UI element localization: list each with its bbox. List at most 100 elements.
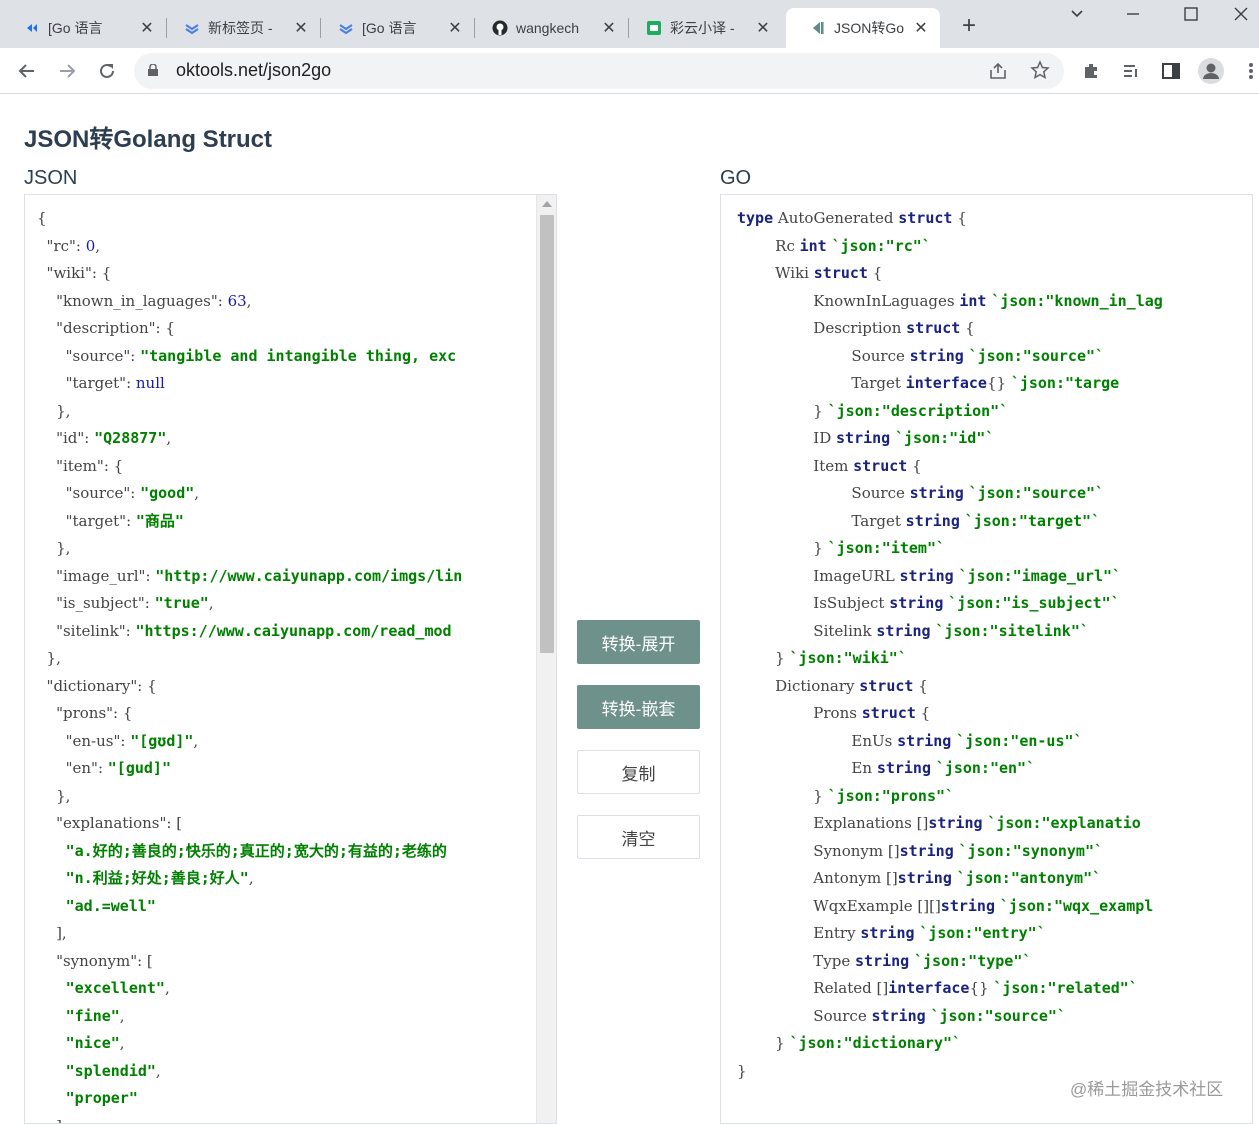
go-code-line: ID string `json:"id"` bbox=[737, 425, 1163, 453]
new-tab-button[interactable]: + bbox=[955, 12, 983, 40]
convert-nested-button[interactable]: 转换-嵌套 bbox=[577, 685, 700, 729]
go-code-line: Entry string `json:"entry"` bbox=[737, 920, 1163, 948]
code-token: "[gʊd]" bbox=[130, 731, 194, 750]
code-token: `json:"source"` bbox=[968, 346, 1105, 365]
address-bar[interactable]: oktools.net/json2go bbox=[134, 53, 1064, 89]
back-arrow-icon[interactable] bbox=[14, 58, 40, 84]
code-token: } bbox=[737, 539, 828, 557]
page-title: JSON转Golang Struct bbox=[24, 126, 273, 153]
code-token: } bbox=[737, 1061, 747, 1080]
profile-avatar-icon[interactable] bbox=[1198, 58, 1224, 84]
close-icon[interactable]: ✕ bbox=[138, 18, 156, 38]
browser-toolbar: oktools.net/json2go bbox=[0, 48, 1259, 94]
extensions-icon[interactable] bbox=[1078, 58, 1104, 84]
code-token: string bbox=[897, 869, 952, 887]
menu-kebab-icon[interactable] bbox=[1238, 58, 1259, 84]
reading-list-icon[interactable] bbox=[1118, 58, 1144, 84]
clear-button[interactable]: 清空 bbox=[577, 815, 700, 859]
json-code-line: "dictionary": { bbox=[37, 673, 462, 701]
close-icon[interactable]: ✕ bbox=[754, 18, 772, 38]
close-icon[interactable]: ✕ bbox=[912, 18, 930, 38]
close-icon[interactable]: ✕ bbox=[600, 18, 618, 38]
code-token: `json:"related"` bbox=[993, 979, 1138, 997]
code-token: ID bbox=[737, 429, 837, 447]
json-code-line: "sitelink": "https://www.caiyunapp.com/r… bbox=[37, 618, 462, 646]
json-code-line: "explanations": [ bbox=[37, 810, 462, 838]
go-code-line: } `json:"prons"` bbox=[737, 783, 1163, 811]
json-scrollbar[interactable] bbox=[536, 195, 556, 1123]
json-code-line: "synonym": [ bbox=[37, 948, 462, 976]
forward-arrow-icon[interactable] bbox=[54, 58, 80, 84]
json-code: { "rc": 0, "wiki": { "known_in_laguages"… bbox=[37, 205, 462, 1124]
code-token: "true" bbox=[154, 594, 209, 612]
convert-expand-button[interactable]: 转换-展开 bbox=[577, 620, 700, 664]
code-token: string bbox=[905, 511, 960, 530]
json-scroll-thumb[interactable] bbox=[540, 215, 554, 653]
go-code-line: Wiki struct { bbox=[737, 260, 1163, 288]
oktools-icon bbox=[810, 20, 826, 36]
code-token: } bbox=[737, 1034, 790, 1052]
go-code-line: IsSubject string `json:"is_subject"` bbox=[737, 590, 1163, 618]
code-token: "a.好的;善良的;快乐的;真正的;宽大的;有益的;老练的 bbox=[65, 841, 447, 860]
code-token: `json:"id"` bbox=[894, 429, 995, 447]
code-token: , bbox=[119, 1034, 125, 1052]
json-editor[interactable]: { "rc": 0, "wiki": { "known_in_laguages"… bbox=[24, 194, 557, 1124]
browser-tab-2[interactable]: 新标签页 - ✕ bbox=[160, 8, 320, 48]
browser-tab-active[interactable]: JSON转Go ✕ bbox=[786, 8, 940, 48]
json-code-line: ], bbox=[37, 1113, 462, 1124]
code-token: Explanations [] bbox=[737, 814, 929, 832]
code-token: struct bbox=[813, 264, 868, 282]
code-token: { bbox=[867, 264, 883, 282]
tab-search-icon[interactable] bbox=[1062, 6, 1092, 27]
copy-button[interactable]: 复制 bbox=[577, 750, 700, 794]
json-code-line: "wiki": { bbox=[37, 260, 462, 288]
code-token: "en-us" bbox=[65, 731, 121, 750]
browser-tab-1[interactable]: [Go 语言 ✕ bbox=[0, 8, 166, 48]
go-panel-label: GO bbox=[720, 167, 752, 189]
code-token: "dictionary" bbox=[46, 676, 138, 695]
scroll-up-arrow-icon[interactable] bbox=[542, 201, 552, 207]
reload-icon[interactable] bbox=[94, 58, 120, 84]
browser-tab-4[interactable]: wangkech ✕ bbox=[468, 8, 628, 48]
code-token: "wiki" bbox=[46, 264, 92, 282]
code-token: , bbox=[208, 594, 214, 612]
go-code-line: Explanations []string `json:"explanatio bbox=[737, 810, 1163, 838]
window-close-icon[interactable] bbox=[1226, 6, 1256, 27]
code-token: Target bbox=[737, 374, 906, 392]
maximize-icon[interactable] bbox=[1176, 6, 1206, 27]
tab-title: wangkech bbox=[516, 20, 580, 36]
code-token: : { bbox=[113, 704, 133, 722]
browser-tab-3[interactable]: [Go 语言 ✕ bbox=[314, 8, 474, 48]
code-token: `json:"targe bbox=[1010, 374, 1120, 392]
code-token: , bbox=[248, 869, 254, 887]
code-token: : { bbox=[155, 319, 175, 337]
code-token: `json:"entry"` bbox=[919, 924, 1046, 942]
close-icon[interactable]: ✕ bbox=[292, 18, 310, 38]
code-token: : bbox=[75, 236, 86, 255]
minimize-icon[interactable] bbox=[1118, 6, 1148, 27]
code-token: , bbox=[194, 484, 200, 502]
tab-title: 新标签页 - bbox=[208, 20, 273, 36]
code-token: struct bbox=[898, 209, 953, 227]
json-code-line: "en-us": "[gʊd]", bbox=[37, 728, 462, 756]
bookmark-star-icon[interactable] bbox=[1030, 60, 1050, 85]
code-token: : bbox=[130, 484, 141, 502]
json-code-line: "fine", bbox=[37, 1003, 462, 1031]
watermark: @稀土掘金技术社区 bbox=[1070, 1080, 1224, 1099]
browser-tab-5[interactable]: 彩云小译 - ✕ bbox=[622, 8, 782, 48]
share-icon[interactable] bbox=[988, 61, 1008, 86]
close-icon[interactable]: ✕ bbox=[446, 18, 464, 38]
go-code-line: type AutoGenerated struct { bbox=[737, 205, 1163, 233]
go-output-editor[interactable]: type AutoGenerated struct { Rc int `json… bbox=[720, 194, 1253, 1124]
code-token: { bbox=[960, 319, 975, 337]
code-token: "splendid" bbox=[65, 1061, 156, 1080]
code-token: Prons bbox=[737, 704, 862, 722]
code-token: "item" bbox=[56, 456, 104, 475]
side-panel-icon[interactable] bbox=[1158, 58, 1184, 84]
code-token: , bbox=[246, 291, 252, 310]
code-token: struct bbox=[861, 704, 916, 722]
